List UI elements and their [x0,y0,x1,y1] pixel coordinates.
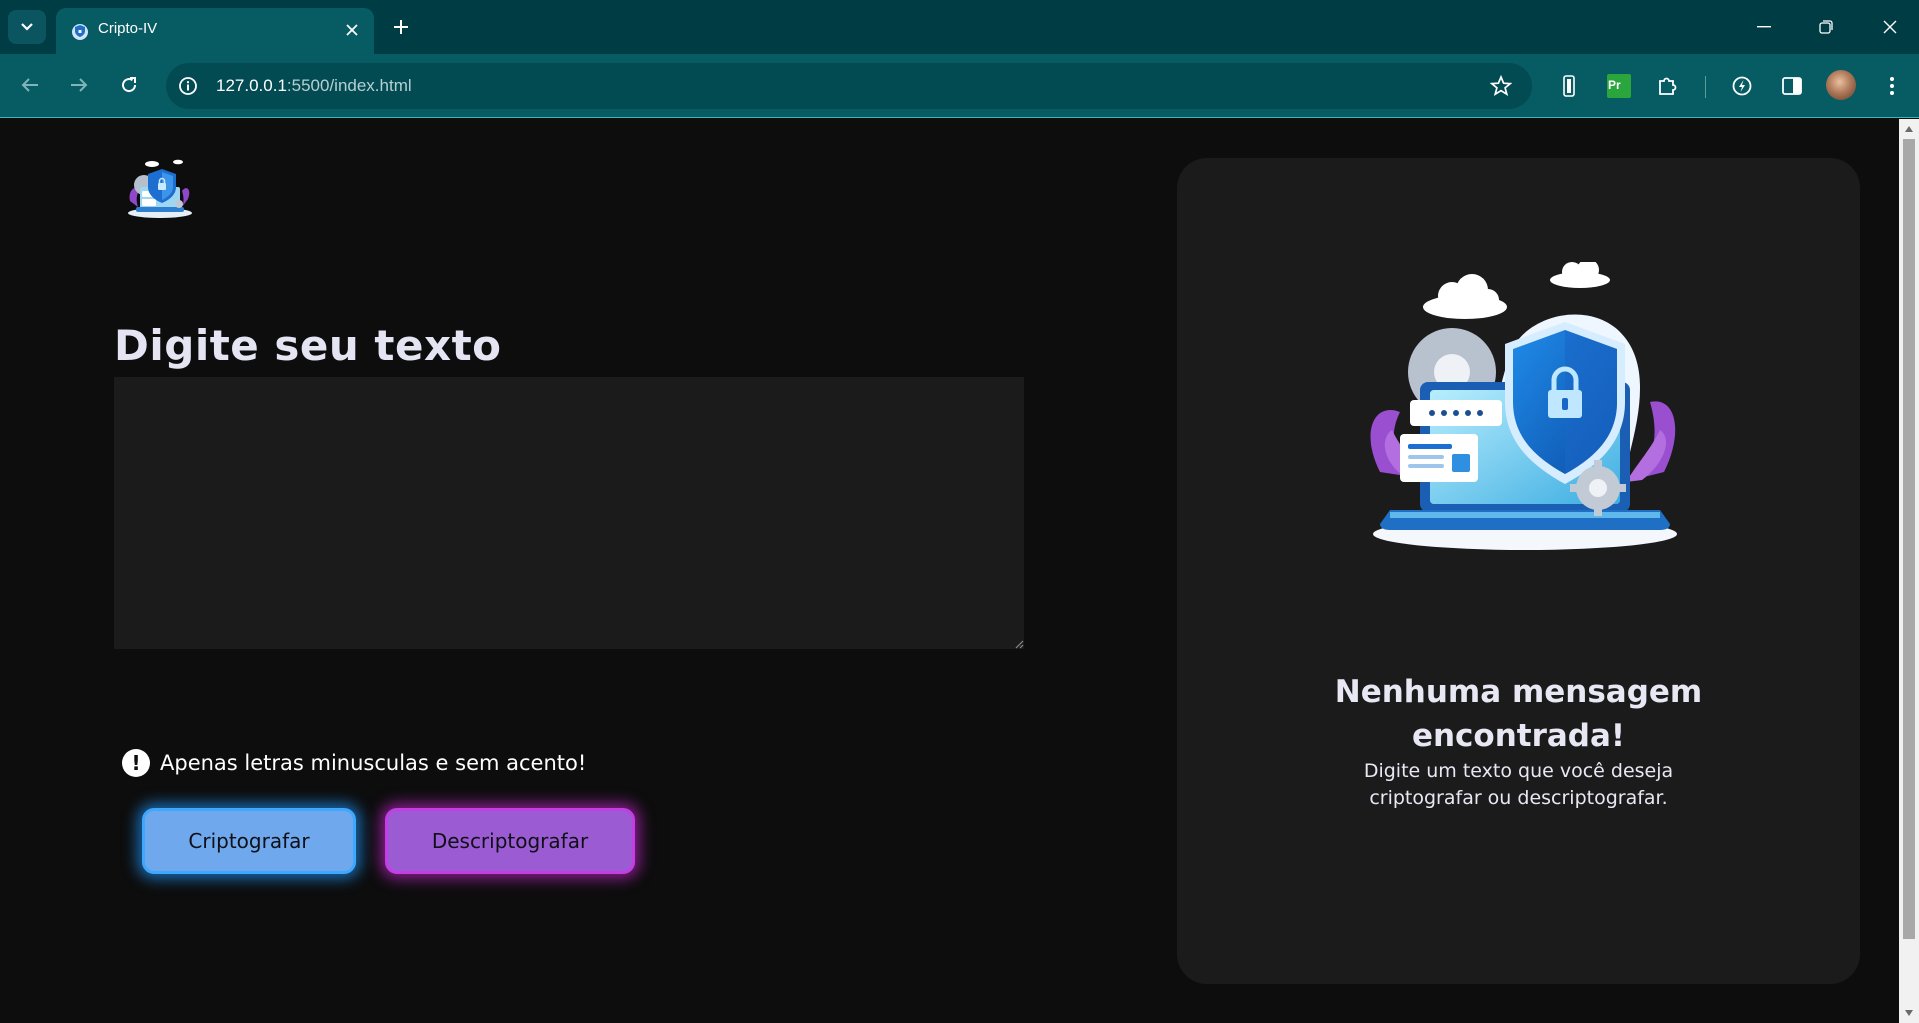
extension-premiere[interactable]: Pr [1603,70,1635,102]
output-panel: Nenhuma mensagem encontrada! Digite um t… [1177,158,1860,984]
input-heading: Digite seu texto [114,321,502,370]
close-icon [1883,20,1897,34]
more-vertical-icon [1890,77,1894,95]
page-scrollbar[interactable] [1899,119,1919,1023]
back-button[interactable] [13,68,47,102]
close-tab-button[interactable] [340,18,364,42]
toolbar-divider [1705,76,1706,98]
reload-icon [122,77,137,93]
puzzle-icon [1659,77,1677,95]
caret-up-icon [1905,126,1913,132]
premiere-label: Pr [1608,78,1621,92]
extension-bolt[interactable] [1726,70,1758,102]
back-arrow-icon [21,78,38,92]
browser-toolbar: 127.0.0.1:5500/index.html Pr [0,54,1919,118]
page-content: Digite seu texto ! Apenas letras minuscu… [0,119,1899,1023]
url-text[interactable]: 127.0.0.1:5500/index.html [216,76,412,96]
warning-notice: ! Apenas letras minusculas e sem acento! [122,749,586,777]
resize-grip-icon[interactable] [1012,637,1024,649]
output-title-line1: Nenhuma mensagem [1334,674,1703,710]
profile-avatar[interactable] [1826,70,1856,100]
reload-button[interactable] [112,68,146,102]
browser-menu-button[interactable] [1876,70,1908,102]
restore-button[interactable] [1804,8,1848,46]
scroll-thumb[interactable] [1903,139,1915,939]
output-title: Nenhuma mensagem encontrada! [1177,670,1860,758]
new-tab-button[interactable] [386,12,416,42]
bolt-icon [1732,76,1752,96]
output-desc-line1: Digite um texto que você deseja [1363,760,1674,782]
tab-list-button[interactable] [8,10,46,44]
browser-tab-bar: Cripto-IV [0,0,1919,54]
url-host: 127.0.0.1 [216,76,287,95]
info-icon [179,77,197,95]
address-bar[interactable]: 127.0.0.1:5500/index.html [166,63,1532,109]
close-window-button[interactable] [1868,8,1912,46]
plus-icon [394,20,408,34]
site-info-button[interactable] [176,74,200,98]
scroll-up-button[interactable] [1903,123,1915,135]
scroll-down-button[interactable] [1903,1007,1915,1019]
bookmark-button[interactable] [1488,73,1514,99]
url-path: :5500/index.html [286,76,412,95]
forward-arrow-icon [71,78,88,92]
output-title-line2: encontrada! [1411,718,1626,754]
close-icon [346,24,358,36]
forward-button[interactable] [62,68,96,102]
star-icon [1490,75,1512,97]
extension-battery[interactable] [1553,70,1585,102]
side-panel-icon [1782,77,1802,95]
text-input[interactable] [114,377,1024,649]
extensions-button[interactable] [1652,70,1684,102]
side-panel-button[interactable] [1776,70,1808,102]
logo-icon [128,159,192,218]
restore-icon [1819,20,1833,34]
output-description: Digite um texto que você deseja criptogr… [1177,758,1860,812]
phone-icon [1563,75,1575,97]
output-desc-line2: criptografar ou descriptografar. [1369,787,1668,809]
minimize-icon [1757,26,1771,28]
warning-text: Apenas letras minusculas e sem acento! [160,751,587,775]
encrypt-button[interactable]: Criptografar [142,808,356,874]
security-illustration-icon [1370,262,1677,550]
caret-down-icon [1905,1010,1913,1016]
tab-active[interactable]: Cripto-IV [56,8,374,54]
tab-title: Cripto-IV [98,20,158,37]
chevron-down-icon [21,23,33,31]
shield-favicon-icon [72,24,88,40]
minimize-button[interactable] [1742,8,1786,46]
exclamation-icon: ! [122,749,150,777]
decrypt-button[interactable]: Descriptografar [385,808,635,874]
